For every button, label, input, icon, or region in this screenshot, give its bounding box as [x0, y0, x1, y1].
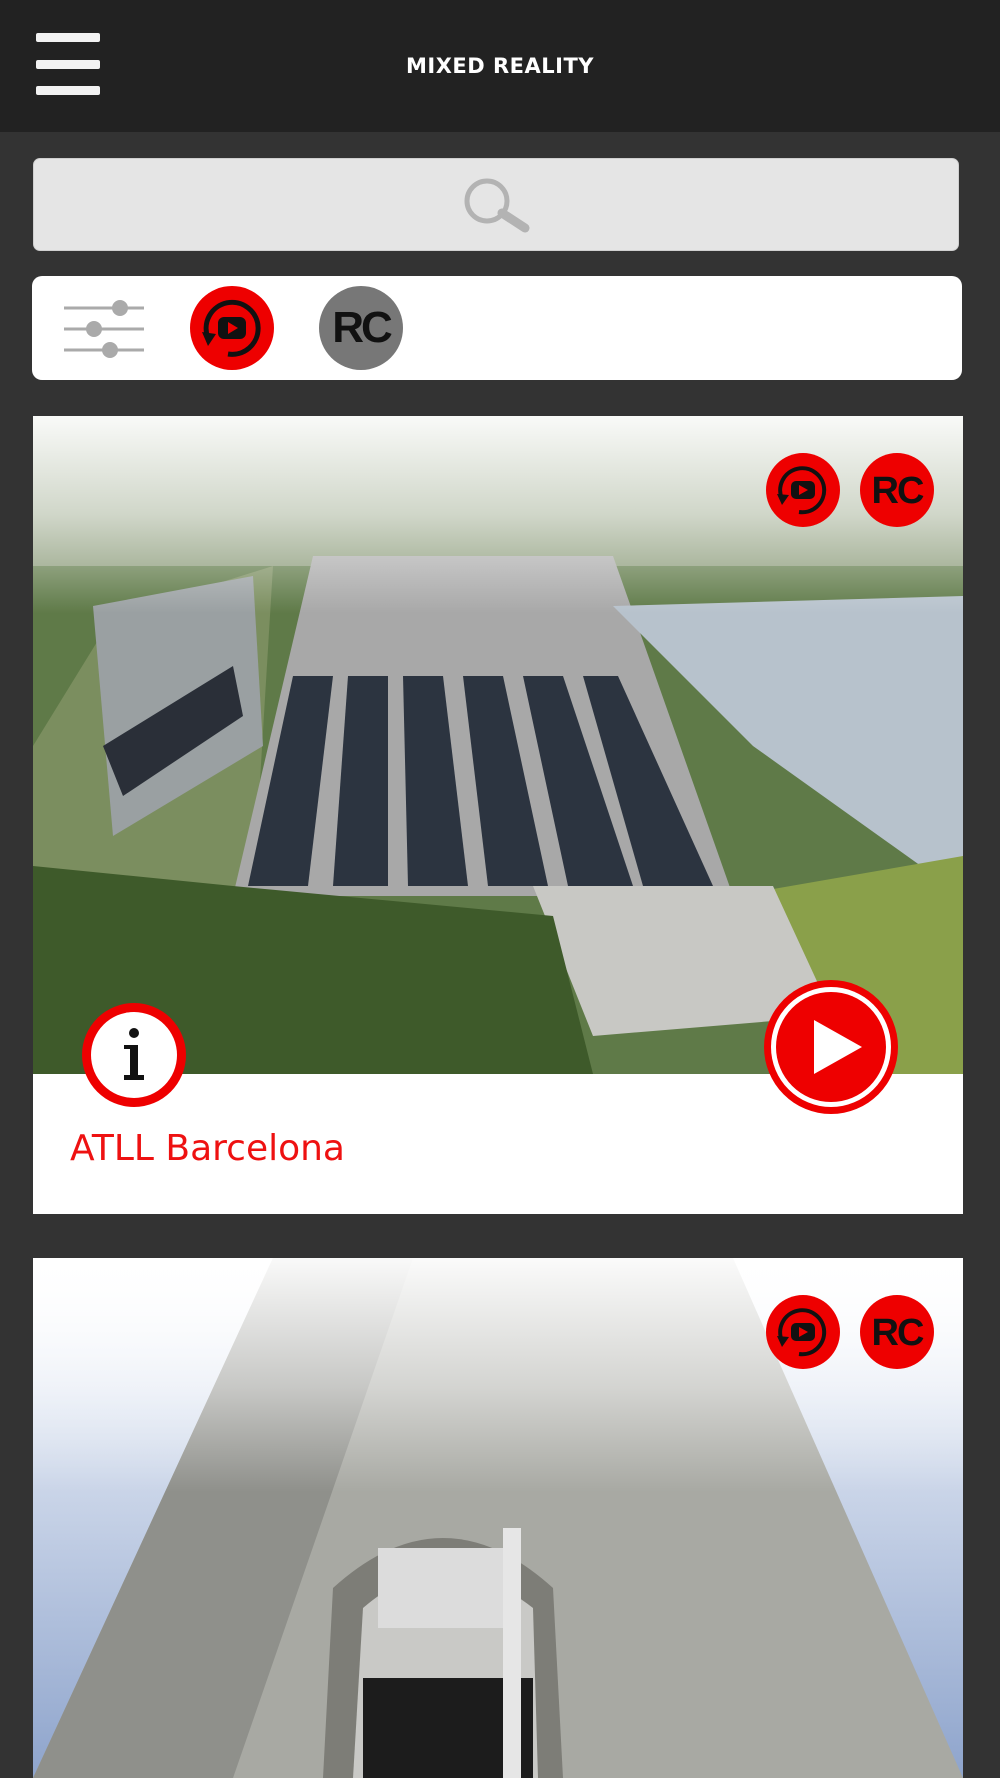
rc-badge: RC: [860, 1295, 934, 1369]
video-replay-icon: [766, 1295, 840, 1369]
content-card[interactable]: RC ATLL Barcelona: [33, 416, 963, 1214]
svg-text:RC: RC: [332, 303, 392, 352]
svg-text:RC: RC: [872, 1312, 924, 1354]
sliders-icon[interactable]: [64, 298, 144, 360]
content-card[interactable]: RC: [33, 1258, 963, 1778]
filter-bar: [32, 276, 962, 380]
card-title[interactable]: ATLL Barcelona: [70, 1128, 345, 1169]
video-replay-icon: [766, 453, 840, 527]
search-bar[interactable]: [33, 158, 959, 251]
rc-badge: RC: [860, 453, 934, 527]
rc-filter-icon[interactable]: RC: [317, 284, 405, 372]
info-button[interactable]: [79, 1000, 189, 1110]
video-replay-filter-icon[interactable]: [188, 284, 276, 372]
top-bar: MIXED REALITY: [0, 0, 1000, 132]
svg-text:RC: RC: [872, 470, 924, 512]
play-button[interactable]: [762, 978, 900, 1116]
page-title: MIXED REALITY: [406, 54, 594, 78]
search-icon: [464, 178, 530, 232]
